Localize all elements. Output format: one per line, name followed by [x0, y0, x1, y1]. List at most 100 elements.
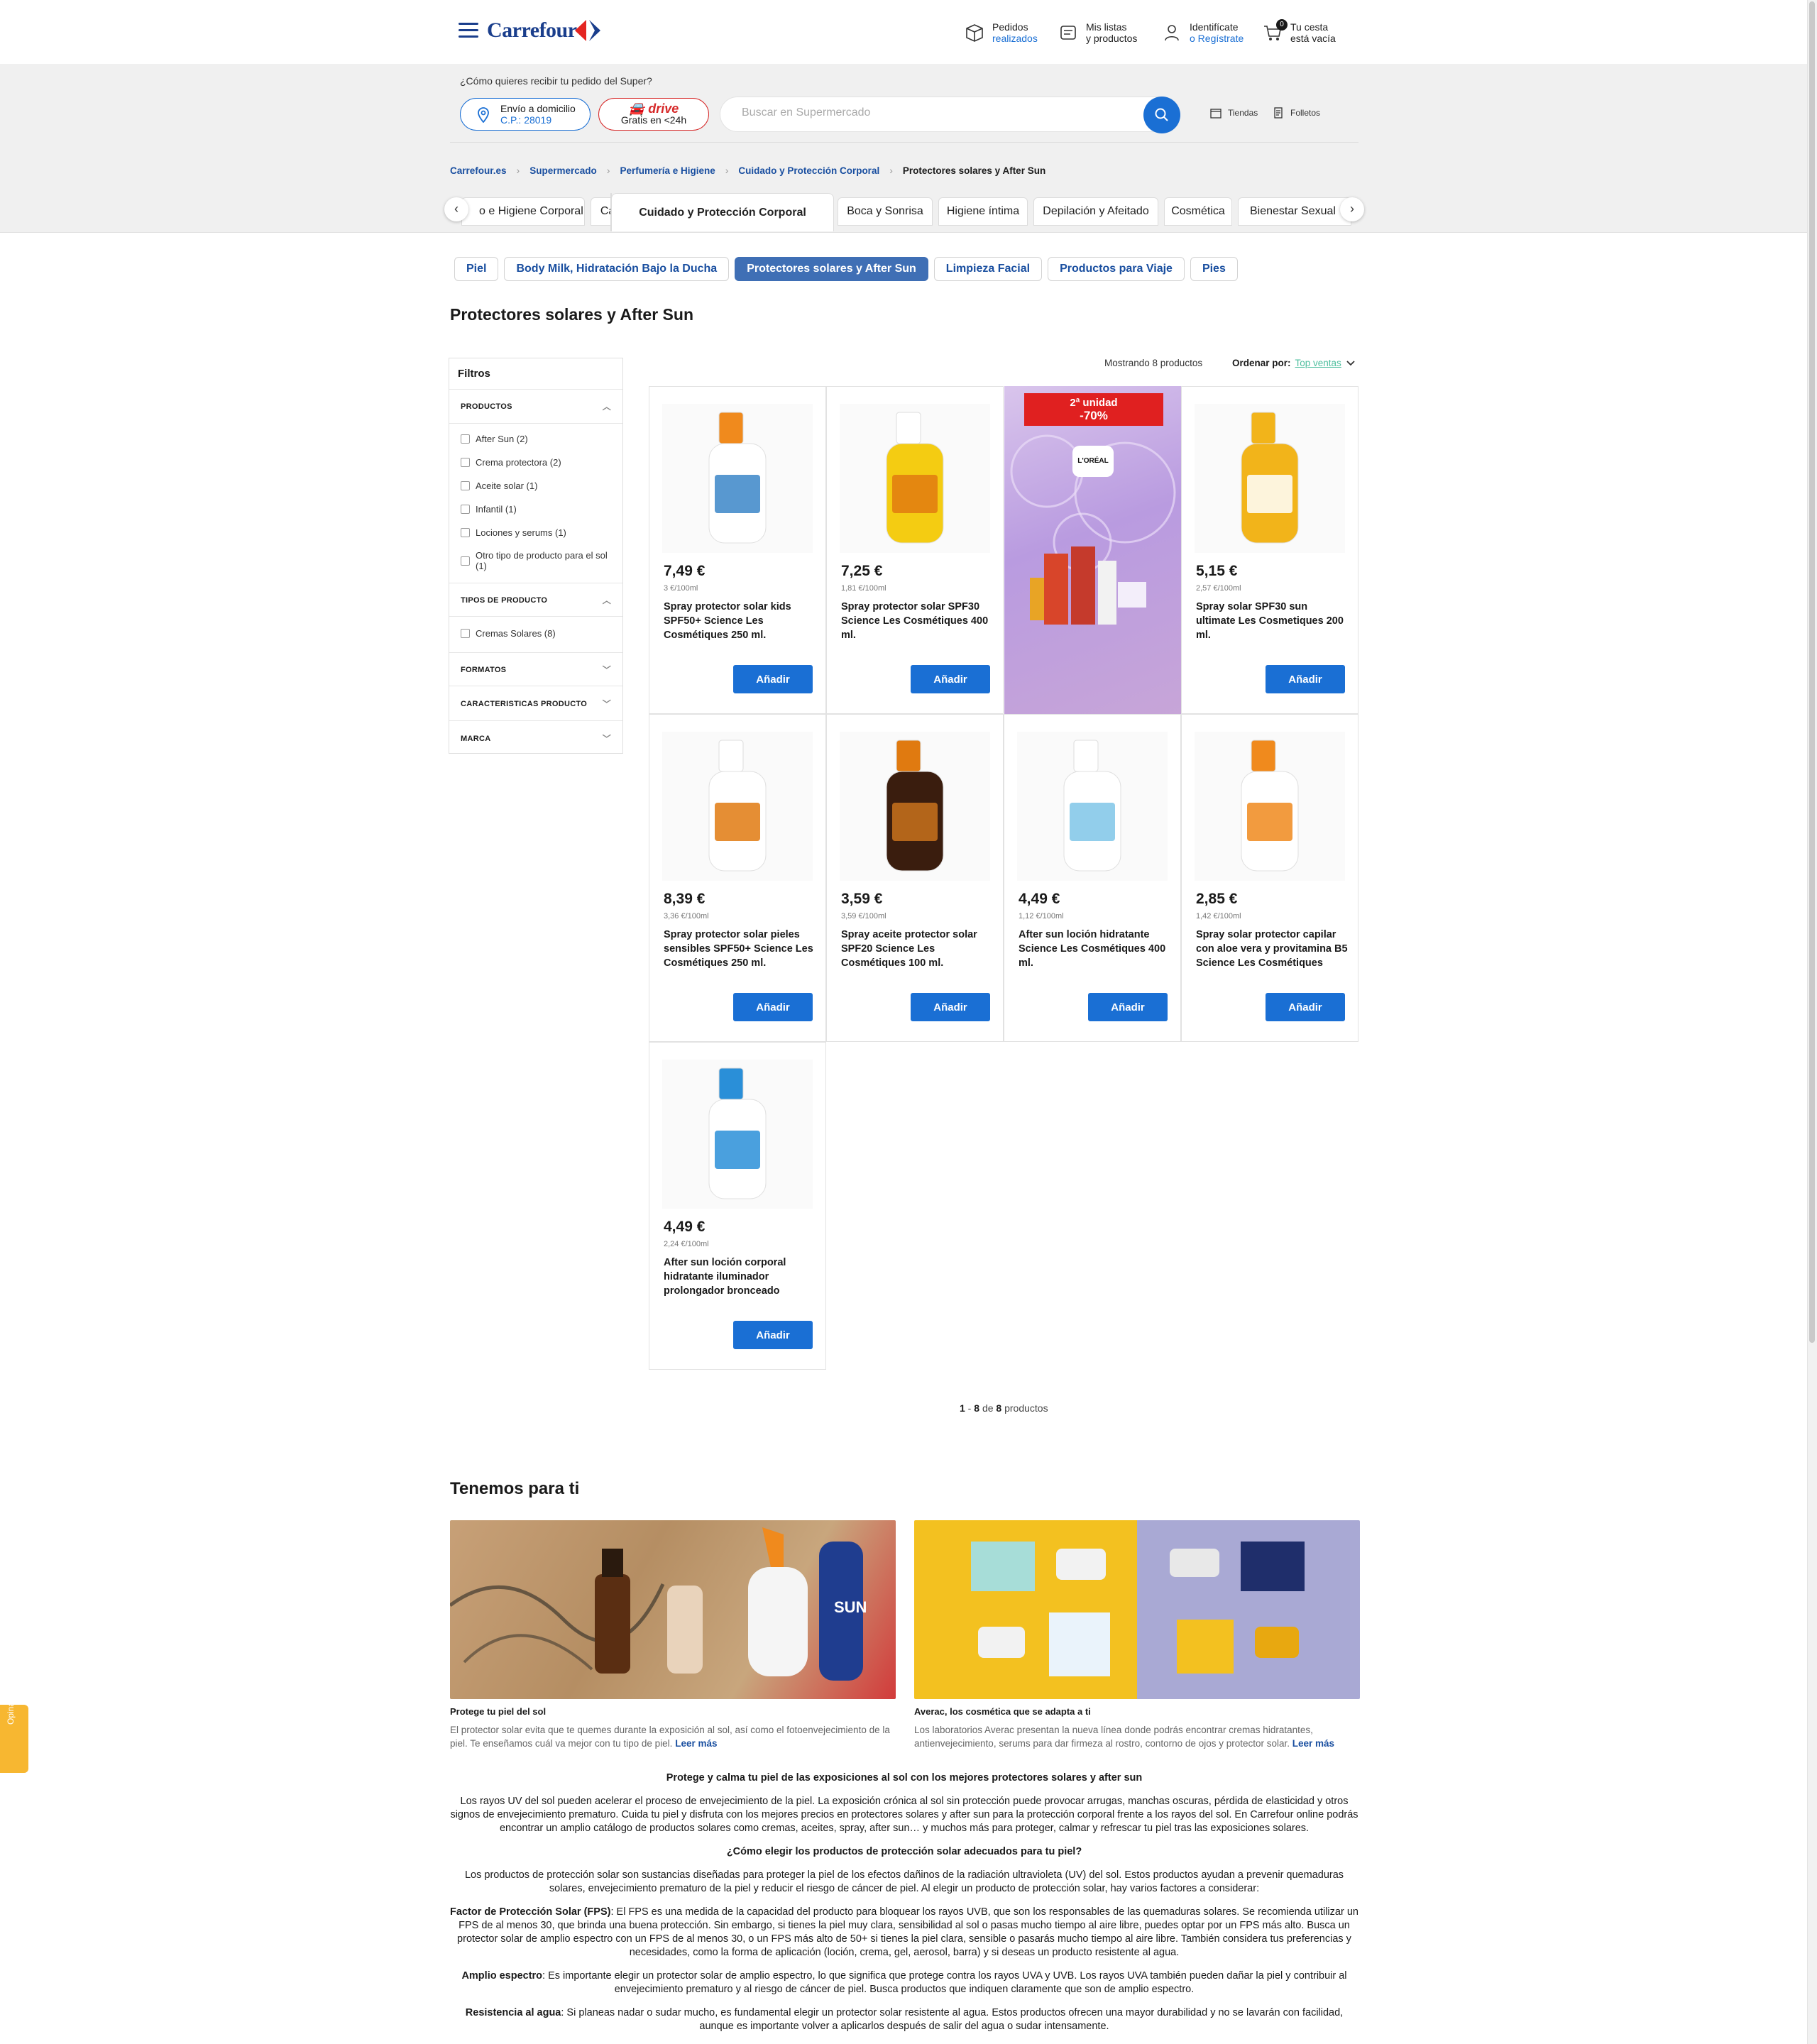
tab-cosmetica[interactable]: Cosmética	[1164, 197, 1232, 226]
drive-button[interactable]: 🚘 drive Gratis en <24h	[598, 98, 709, 131]
chevron-down-icon[interactable]	[1346, 358, 1356, 368]
checkbox[interactable]	[461, 505, 470, 514]
product-card[interactable]: 2,85 € 1,42 €/100ml Spray solar protector …	[1181, 714, 1358, 1042]
orders-link[interactable]: Pedidos realizados	[964, 17, 1038, 48]
cart-link[interactable]: 0 Tu cesta está vacía	[1262, 17, 1336, 48]
product-name[interactable]: Spray protector solar pieles sensibles S…	[664, 928, 816, 970]
product-card[interactable]: 4,49 € 1,12 €/100ml After sun loción hidra…	[1004, 714, 1181, 1042]
seo-text: Protege y calma tu piel de las exposicio…	[450, 1771, 1358, 2043]
subcat-piel[interactable]: Piel	[454, 257, 499, 281]
filter-section-label: PRODUCTOS	[461, 402, 512, 411]
filter-option[interactable]: Otro tipo de producto para el sol (1)	[461, 550, 610, 571]
product-card[interactable]: 3,59 € 3,59 €/100ml Spray aceite protector…	[826, 714, 1004, 1042]
product-name[interactable]: Spray protector solar SPF30 Science Les …	[841, 600, 993, 642]
filters-title: Filtros	[449, 358, 622, 390]
filter-option[interactable]: Crema protectora (2)	[461, 457, 561, 468]
add-to-cart-button[interactable]: Añadir	[733, 665, 813, 693]
tabs-next-arrow-icon[interactable]: ›	[1340, 197, 1364, 221]
product-name[interactable]: Spray aceite protector solar SPF20 Scien…	[841, 928, 993, 970]
product-name[interactable]: After sun loción corporal hidratante ilu…	[664, 1255, 816, 1298]
subcat-productos-viaje[interactable]: Productos para Viaje	[1048, 257, 1185, 281]
filter-section-formatos[interactable]: FORMATOS ﹀	[449, 652, 622, 686]
checkbox[interactable]	[461, 458, 470, 467]
add-to-cart-button[interactable]: Añadir	[1266, 993, 1345, 1021]
product-image[interactable]	[662, 1060, 813, 1209]
product-price: 4,49 €	[664, 1219, 706, 1235]
product-name[interactable]: Spray protector solar kids SPF50+ Scienc…	[664, 600, 816, 642]
sort-value[interactable]: Top ventas	[1295, 358, 1341, 368]
tabs-prev-arrow-icon[interactable]: ‹	[444, 197, 468, 221]
filter-section-productos[interactable]: PRODUCTOS ︿	[449, 390, 622, 424]
checkbox[interactable]	[461, 481, 470, 490]
product-image[interactable]	[662, 404, 813, 553]
product-card[interactable]: 5,15 € 2,57 €/100ml Spray solar SPF30 sun …	[1181, 386, 1358, 714]
product-card[interactable]: 7,49 € 3 €/100ml Spray protector solar kid…	[649, 386, 826, 714]
product-image[interactable]	[1017, 732, 1168, 881]
product-name[interactable]: Spray solar protector capilar con aloe v…	[1196, 928, 1348, 970]
breadcrumb-perfumeria[interactable]: Perfumería e Higiene	[620, 165, 715, 176]
search-button[interactable]	[1143, 97, 1180, 133]
subcat-body-milk[interactable]: Body Milk, Hidratación Bajo la Ducha	[504, 257, 730, 281]
product-name[interactable]: After sun loción hidratante Science Les …	[1019, 928, 1170, 970]
carrefour-logo[interactable]: Carrefour	[487, 18, 577, 43]
product-image[interactable]	[1195, 404, 1345, 553]
filter-section-caracteristicas[interactable]: CARACTERISTICAS PRODUCTO ﹀	[449, 687, 622, 721]
product-image[interactable]	[1195, 732, 1345, 881]
add-to-cart-button[interactable]: Añadir	[1088, 993, 1168, 1021]
filter-option[interactable]: Cremas Solares (8)	[461, 628, 556, 639]
add-to-cart-button[interactable]: Añadir	[911, 993, 990, 1021]
sort-control[interactable]: Ordenar por: Top ventas	[1232, 358, 1356, 368]
checkbox[interactable]	[461, 528, 470, 537]
read-more-link[interactable]: Leer más	[675, 1738, 717, 1749]
tab-bienestar-sexual[interactable]: Bienestar Sexual	[1238, 197, 1351, 226]
tab-higiene-corporal[interactable]: o e Higiene Corporal	[461, 197, 585, 226]
menu-icon[interactable]	[459, 23, 478, 38]
breadcrumb-cuidado[interactable]: Cuidado y Protección Corporal	[738, 165, 879, 176]
averac-banner[interactable]	[914, 1520, 1360, 1699]
product-card[interactable]: 7,25 € 1,81 €/100ml Spray protector solar …	[826, 386, 1004, 714]
store-icon	[1210, 109, 1222, 119]
checkbox[interactable]	[461, 434, 470, 444]
promo-banner-card[interactable]: 2ª unidad -70% L'ORÉAL	[1004, 386, 1182, 714]
product-image[interactable]	[662, 732, 813, 881]
lists-link[interactable]: Mis listas y productos	[1058, 17, 1137, 48]
read-more-link[interactable]: Leer más	[1292, 1738, 1334, 1749]
tab-depilacion[interactable]: Depilación y Afeitado	[1033, 197, 1158, 226]
feedback-tab[interactable]: Opina	[0, 1702, 28, 1773]
filter-option[interactable]: Lociones y serums (1)	[461, 527, 566, 538]
subcat-pies[interactable]: Pies	[1190, 257, 1238, 281]
home-delivery-button[interactable]: Envío a domicilio C.P.: 28019	[460, 98, 591, 131]
filter-option[interactable]: Infantil (1)	[461, 504, 517, 515]
checkbox[interactable]	[461, 629, 470, 638]
filter-section-marca[interactable]: MARCA ﹀	[449, 722, 622, 756]
page-scrollbar[interactable]	[1807, 0, 1817, 2044]
tab-cuidado-proteccion-active[interactable]: Cuidado y Protección Corporal	[611, 193, 834, 231]
add-to-cart-button[interactable]: Añadir	[733, 993, 813, 1021]
product-name[interactable]: Spray solar SPF30 sun ultimate Les Cosme…	[1196, 600, 1348, 642]
scrollbar-thumb[interactable]	[1809, 1, 1815, 1343]
checkbox[interactable]	[461, 556, 470, 566]
stores-link[interactable]: Tiendas	[1209, 106, 1258, 119]
breadcrumb-supermercado[interactable]: Supermercado	[529, 165, 597, 176]
product-price: 7,49 €	[664, 563, 706, 579]
filter-option[interactable]: After Sun (2)	[461, 434, 528, 444]
product-card[interactable]: 4,49 € 2,24 €/100ml After sun loción corpo…	[649, 1042, 826, 1370]
sun-protection-banner[interactable]: SUN	[450, 1520, 896, 1699]
leaflets-link[interactable]: Folletos	[1272, 106, 1320, 119]
product-image[interactable]	[840, 404, 990, 553]
filter-option[interactable]: Aceite solar (1)	[461, 480, 537, 491]
product-image[interactable]	[840, 732, 990, 881]
breadcrumb-home[interactable]: Carrefour.es	[450, 165, 507, 176]
add-to-cart-button[interactable]: Añadir	[911, 665, 990, 693]
account-link[interactable]: Identifícate o Regístrate	[1161, 17, 1244, 48]
add-to-cart-button[interactable]: Añadir	[733, 1321, 813, 1349]
subcat-limpieza-facial[interactable]: Limpieza Facial	[933, 257, 1043, 281]
tab-higiene-intima[interactable]: Higiene íntima	[938, 197, 1028, 226]
add-to-cart-button[interactable]: Añadir	[1266, 665, 1345, 693]
search-input[interactable]	[742, 106, 1125, 119]
subcat-protectores-solares[interactable]: Protectores solares y After Sun	[735, 257, 928, 281]
tab-boca-sonrisa[interactable]: Boca y Sonrisa	[838, 197, 933, 226]
product-unit-price: 2,24 €/100ml	[664, 1240, 709, 1248]
filter-section-tipos[interactable]: TIPOS DE PRODUCTO ︿	[449, 583, 622, 617]
product-card[interactable]: 8,39 € 3,36 €/100ml Spray protector solar …	[649, 714, 826, 1042]
